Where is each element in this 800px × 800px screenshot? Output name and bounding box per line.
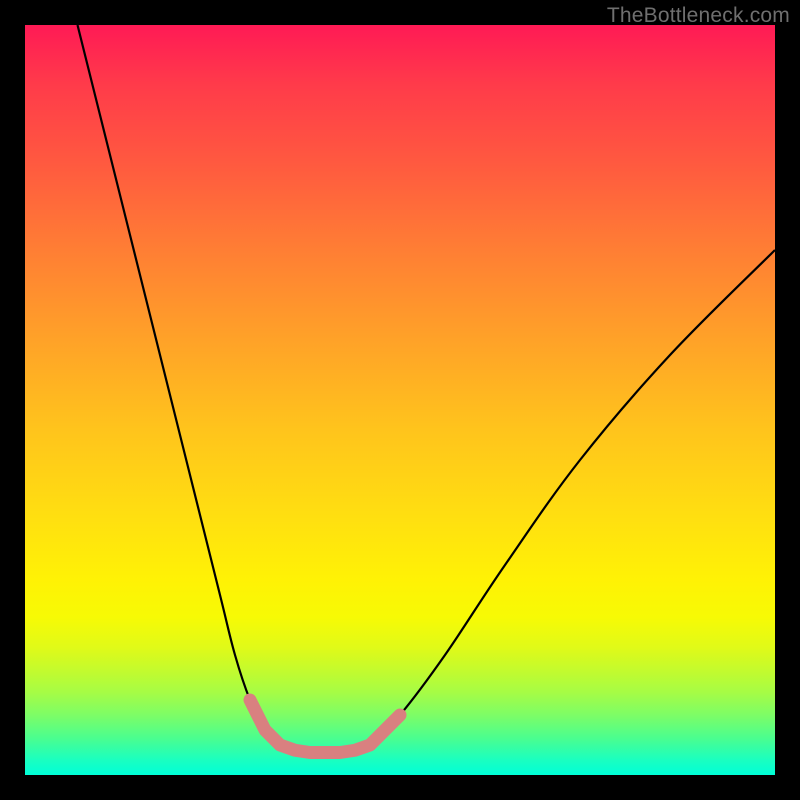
bottleneck-curve [78,25,776,753]
curve-layer [25,25,775,775]
chart-frame: TheBottleneck.com [0,0,800,800]
plot-area [25,25,775,775]
curve-right-ascent [370,250,775,745]
curve-left-descent [78,25,281,745]
highlighted-valley-markers [250,700,400,753]
